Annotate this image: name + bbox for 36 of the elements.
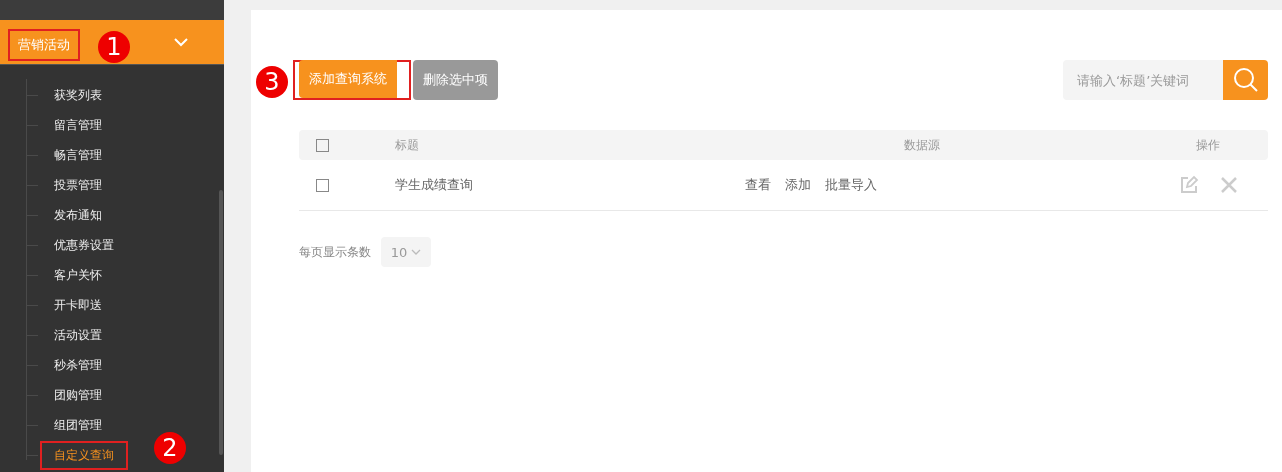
search-field[interactable]: 请输入‘标题’关键词: [1063, 60, 1223, 100]
callout-marker: 1: [98, 31, 130, 63]
table-link[interactable]: 查看: [745, 176, 771, 194]
scrollbar[interactable]: [219, 190, 223, 455]
edit-icon[interactable]: [1179, 175, 1199, 195]
sidebar-item[interactable]: 优惠券设置: [40, 230, 128, 260]
search-icon: [1232, 67, 1259, 93]
chevron-icon: [411, 249, 422, 255]
checkbox[interactable]: [315, 138, 329, 152]
sidebar-item[interactable]: 获奖列表: [40, 80, 116, 110]
sidebar-item[interactable]: 留言管理: [40, 110, 116, 140]
sidebar-item[interactable]: 秒杀管理: [40, 350, 116, 380]
menu-title: 营销活动: [8, 29, 80, 61]
sidebar-item[interactable]: 客户关怀: [40, 260, 116, 290]
checkbox[interactable]: [315, 178, 329, 192]
sidebar-item[interactable]: 畅言管理: [40, 140, 116, 170]
column-header: 数据源: [903, 136, 940, 154]
callout-marker: 3: [256, 66, 288, 98]
table-link[interactable]: 批量导入: [825, 176, 877, 194]
menu-header[interactable]: 营销活动 1: [0, 20, 224, 65]
sidebar-item[interactable]: 团购管理: [40, 380, 116, 410]
column-header: 标题: [395, 137, 419, 152]
page-size-label: 每页显示条数: [299, 243, 371, 261]
callout-marker: 2: [154, 432, 186, 464]
search-button[interactable]: [1223, 60, 1268, 100]
sidebar-item[interactable]: 发布通知: [40, 200, 116, 230]
sidebar-item[interactable]: 自定义查询: [40, 440, 128, 470]
table-link[interactable]: 添加: [785, 176, 811, 194]
sidebar-item[interactable]: 开卡即送: [40, 290, 116, 320]
sidebar-item[interactable]: 组团管理: [40, 410, 116, 440]
sidebar-item[interactable]: 活动设置: [40, 320, 116, 350]
sidebar-item[interactable]: 投票管理: [40, 170, 116, 200]
column-header: 操作: [1196, 136, 1220, 154]
close-icon[interactable]: [1221, 177, 1237, 193]
table-cell: 学生成绩查询: [395, 177, 473, 192]
chevron-icon: [174, 38, 188, 47]
